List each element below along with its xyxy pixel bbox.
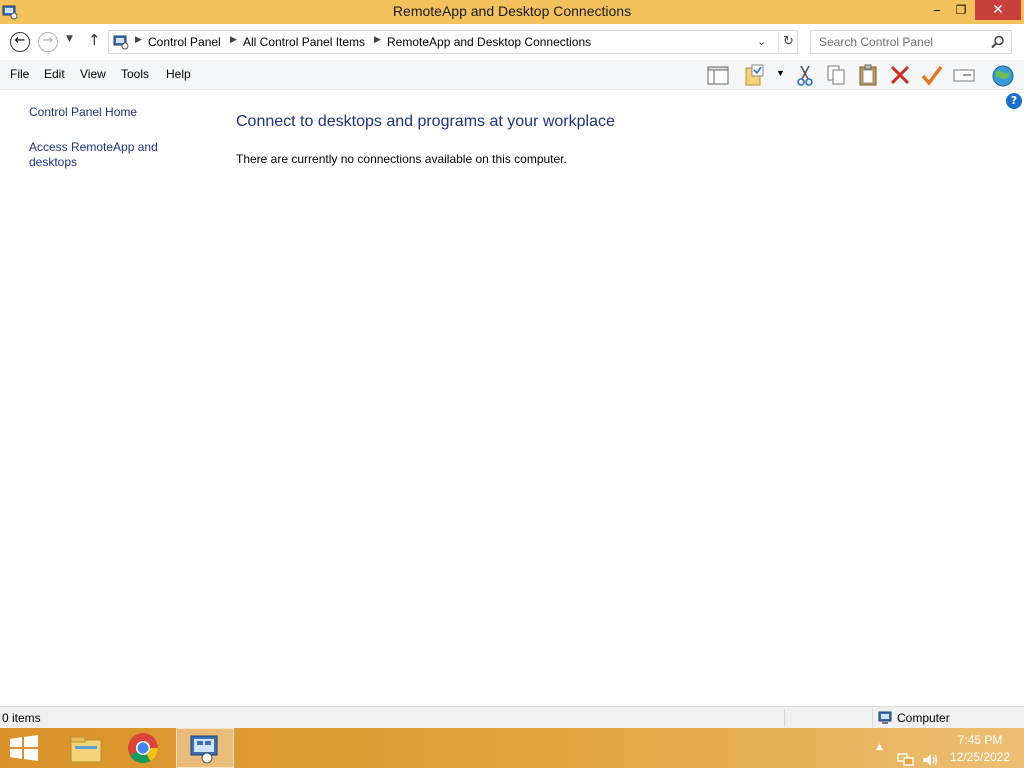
chrome-icon xyxy=(128,733,158,764)
refresh-icon[interactable]: ↻ xyxy=(778,32,798,52)
recent-locations-button[interactable]: ▼ xyxy=(66,34,73,44)
page-title: Connect to desktops and programs at your… xyxy=(236,113,615,130)
window-title: RemoteApp and Desktop Connections xyxy=(392,3,632,19)
breadcrumb-control-panel[interactable]: Control Panel xyxy=(148,35,221,49)
control-panel-icon xyxy=(113,35,129,50)
title-bar: RemoteApp and Desktop Connections ‒ ❐ ✕ xyxy=(0,0,1024,24)
menu-view[interactable]: View xyxy=(80,67,106,81)
menu-edit[interactable]: Edit xyxy=(44,67,65,81)
start-icon xyxy=(10,735,38,761)
copy-icon[interactable] xyxy=(824,63,848,87)
search-input[interactable]: Search Control Panel xyxy=(819,35,933,49)
up-button[interactable]: ↑ xyxy=(88,31,101,49)
arrow-left-icon: ← xyxy=(14,33,26,48)
breadcrumb-all-items[interactable]: All Control Panel Items xyxy=(243,35,365,49)
status-divider xyxy=(872,709,873,727)
clock-date[interactable]: 12/25/2022 xyxy=(946,750,1014,764)
chevron-down-icon: ▼ xyxy=(66,34,73,44)
arrow-up-icon: ↑ xyxy=(88,31,101,49)
menu-bar: File Edit View Tools Help ▼ xyxy=(0,60,1024,90)
no-connections-message: There are currently no connections avail… xyxy=(236,152,567,166)
folder-options-icon[interactable] xyxy=(743,63,767,87)
control-panel-icon xyxy=(190,735,218,764)
breadcrumb-separator-icon[interactable]: ▶ xyxy=(135,35,142,45)
delete-icon[interactable] xyxy=(888,63,912,87)
breadcrumb-current[interactable]: RemoteApp and Desktop Connections xyxy=(387,35,591,49)
chrome-button[interactable] xyxy=(116,728,174,768)
address-history-chevron-icon[interactable]: ⌄ xyxy=(757,35,766,48)
globe-icon[interactable] xyxy=(991,63,1015,87)
search-icon[interactable] xyxy=(991,35,1005,49)
help-icon[interactable]: ? xyxy=(1006,93,1022,109)
zone-label: Computer xyxy=(897,711,950,725)
control-panel-home-link[interactable]: Control Panel Home xyxy=(29,105,137,120)
file-explorer-icon xyxy=(70,736,102,763)
arrow-right-icon: → xyxy=(42,33,54,48)
rename-icon[interactable] xyxy=(952,63,976,87)
menu-tools[interactable]: Tools xyxy=(121,67,149,81)
address-bar[interactable]: ▶ Control Panel ▶ All Control Panel Item… xyxy=(108,30,798,54)
layout-icon[interactable] xyxy=(706,63,730,87)
start-button[interactable] xyxy=(0,728,58,768)
menu-file[interactable]: File xyxy=(10,67,29,81)
left-pane: Control Panel Home Access RemoteApp and … xyxy=(0,90,200,705)
control-panel-taskbar-button[interactable] xyxy=(176,728,234,768)
paste-icon[interactable] xyxy=(856,63,880,87)
item-count: 0 items xyxy=(2,711,41,725)
properties-check-icon[interactable] xyxy=(920,63,944,87)
search-box[interactable]: Search Control Panel xyxy=(810,30,1012,54)
folder-options-dropdown-icon[interactable]: ▼ xyxy=(776,68,785,78)
show-hidden-icons-icon[interactable]: ▲ xyxy=(876,742,883,768)
restore-button[interactable]: ❐ xyxy=(947,0,975,20)
volume-icon[interactable] xyxy=(921,740,939,768)
forward-button[interactable]: → xyxy=(38,32,58,52)
back-button[interactable]: ← xyxy=(10,32,30,52)
navigation-bar: ← → ▼ ↑ ▶ Control Panel ▶ All Control Pa… xyxy=(0,24,1024,60)
close-button[interactable]: ✕ xyxy=(975,0,1021,20)
clock-time[interactable]: 7:45 PM xyxy=(950,733,1010,747)
menu-help[interactable]: Help xyxy=(166,67,191,81)
computer-icon xyxy=(878,711,892,724)
access-remoteapp-link[interactable]: Access RemoteApp and desktops xyxy=(29,140,179,170)
status-bar: 0 items Computer xyxy=(0,706,1024,728)
taskbar: ▲ 7:45 PM 12/25/2022 xyxy=(0,728,1024,768)
breadcrumb-separator-icon[interactable]: ▶ xyxy=(374,35,381,45)
file-explorer-button[interactable] xyxy=(58,728,116,768)
network-icon[interactable] xyxy=(897,740,915,768)
breadcrumb-separator-icon[interactable]: ▶ xyxy=(230,35,237,45)
status-divider xyxy=(784,709,785,727)
cut-icon[interactable] xyxy=(793,63,817,87)
